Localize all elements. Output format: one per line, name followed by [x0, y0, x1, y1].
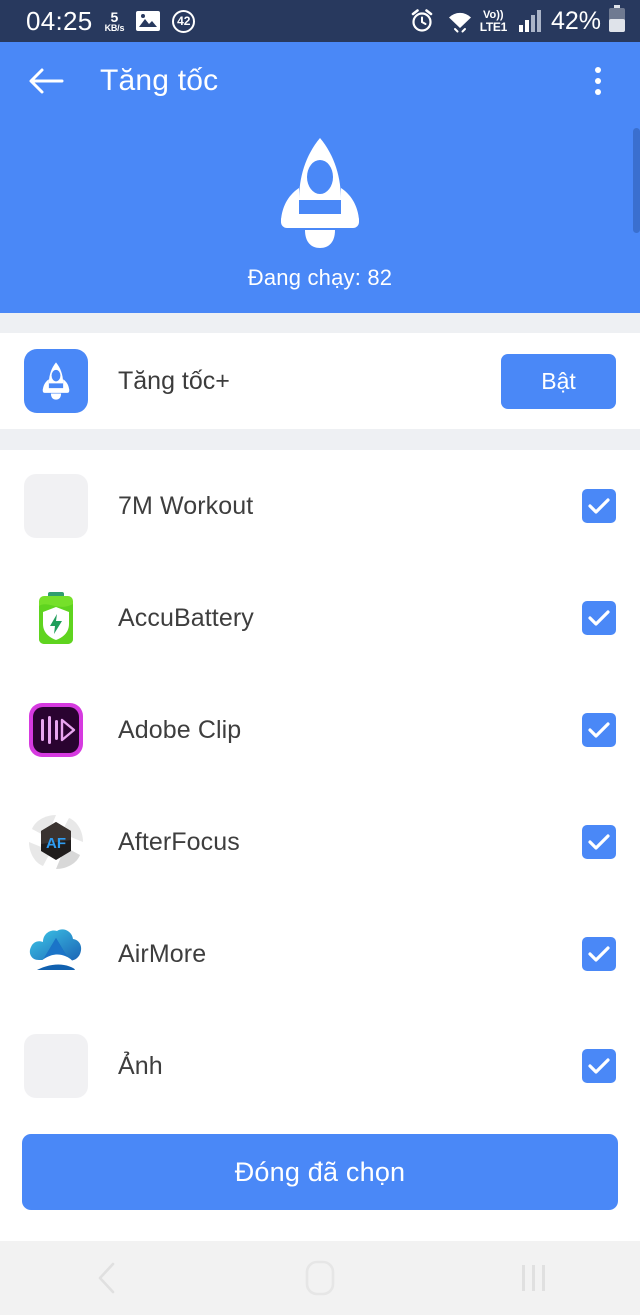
wifi-icon [446, 9, 474, 33]
app-checkbox[interactable] [582, 1049, 616, 1083]
scrollbar-thumb[interactable] [633, 128, 640, 233]
volte-lte-indicator: Vo)) LTE1 [479, 8, 508, 34]
app-checkbox[interactable] [582, 937, 616, 971]
nav-recents-icon[interactable] [488, 1248, 578, 1308]
kebab-dot [595, 67, 601, 73]
section-divider [0, 313, 640, 333]
app-bar: Tăng tốc [0, 42, 640, 120]
nav-home-icon[interactable] [275, 1248, 365, 1308]
boost-plus-row[interactable]: Tăng tốc+ Bật [0, 333, 640, 429]
app-checkbox[interactable] [582, 713, 616, 747]
notification-count-value: 42 [172, 9, 196, 33]
blank-app-icon [24, 474, 88, 538]
volte-label: Vo)) [483, 8, 504, 21]
running-count-label: Đang chạy: 82 [247, 265, 393, 290]
network-type-label: LTE1 [479, 19, 508, 34]
enable-boost-button[interactable]: Bật [501, 353, 616, 409]
app-checkbox[interactable] [582, 825, 616, 859]
boost-hero: Đang chạy: 82 [0, 120, 640, 313]
recents-bar [541, 1265, 545, 1291]
status-bar: 04:25 5 KB/s 42 Vo)) LTE1 42% [0, 0, 640, 42]
network-speed-value: 5 [110, 8, 119, 25]
status-bar-left: 04:25 5 KB/s 42 [26, 5, 196, 37]
recents-bar [521, 1265, 525, 1291]
list-item[interactable]: AirMore [0, 898, 640, 1010]
phone-screen: 04:25 5 KB/s 42 Vo)) LTE1 42% Tăng tốc Đ… [0, 0, 640, 1315]
blank-app-icon [24, 1034, 88, 1098]
list-item[interactable]: Adobe Clip [0, 674, 640, 786]
cta-container: Đóng đã chọn [0, 1122, 640, 1210]
list-item[interactable]: 7M Workout [0, 450, 640, 562]
app-name-label: Adobe Clip [118, 715, 242, 744]
afterfocus-icon: AF [24, 810, 88, 874]
app-name-label: AfterFocus [118, 827, 240, 856]
list-item[interactable]: AccuBattery [0, 562, 640, 674]
nav-back-icon[interactable] [62, 1248, 152, 1308]
notification-count-badge: 42 [172, 9, 196, 33]
svg-text:AF: AF [46, 835, 66, 852]
boost-plus-label: Tăng tốc+ [118, 366, 230, 395]
rocket-icon [24, 349, 88, 413]
app-name-label: Ảnh [118, 1051, 163, 1080]
page-title: Tăng tốc [100, 64, 219, 97]
alarm-clock-icon [409, 8, 435, 34]
app-name-label: 7M Workout [118, 491, 254, 520]
section-divider [0, 429, 640, 450]
more-vertical-icon[interactable] [578, 59, 618, 103]
battery-icon [608, 4, 626, 38]
recents-bar [531, 1265, 535, 1291]
rocket-icon [265, 134, 375, 257]
adobe-clip-icon [24, 698, 88, 762]
list-item[interactable]: Ảnh [0, 1010, 640, 1122]
battery-percent-label: 42% [550, 6, 601, 35]
status-bar-right: Vo)) LTE1 42% [398, 4, 626, 38]
app-checkbox[interactable] [582, 601, 616, 635]
system-navigation-bar [0, 1241, 640, 1315]
app-checkbox[interactable] [582, 489, 616, 523]
kebab-dot [595, 78, 601, 84]
running-apps-list: 7M Workout AccuBattery Adobe Clip AF Aft… [0, 450, 640, 1122]
list-item[interactable]: AF AfterFocus [0, 786, 640, 898]
signal-bars-icon [518, 9, 542, 33]
app-name-label: AccuBattery [118, 603, 254, 632]
accubattery-icon [24, 586, 88, 650]
status-clock: 04:25 [26, 5, 93, 36]
airmore-icon [24, 922, 88, 986]
back-arrow-icon[interactable] [26, 61, 66, 101]
spacer [0, 1210, 640, 1240]
network-speed-indicator: 5 KB/s [105, 10, 125, 33]
image-icon [135, 10, 161, 32]
app-name-label: AirMore [118, 939, 207, 968]
network-speed-unit: KB/s [104, 22, 125, 33]
kebab-dot [595, 89, 601, 95]
close-selected-button[interactable]: Đóng đã chọn [22, 1134, 618, 1210]
